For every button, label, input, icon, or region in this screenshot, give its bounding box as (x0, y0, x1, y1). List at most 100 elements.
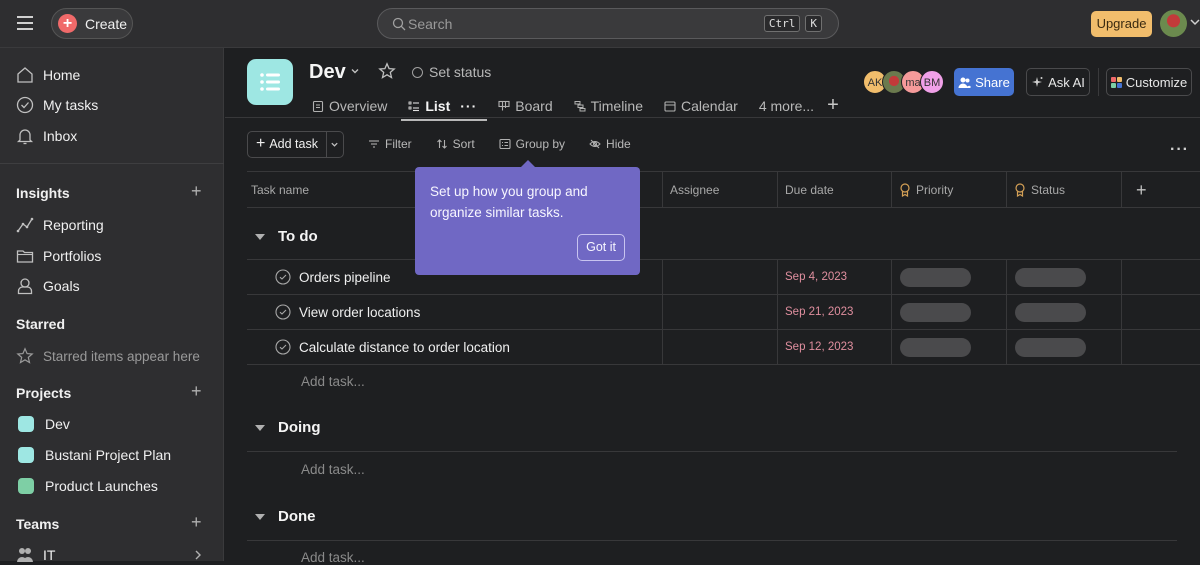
status-cell[interactable] (1006, 295, 1121, 329)
sort-button[interactable]: Sort (436, 137, 475, 151)
section-header-to-do[interactable]: To do (255, 228, 318, 245)
sidebar-item-reporting[interactable]: Reporting (16, 216, 104, 234)
tab-options-icon[interactable]: ··· (460, 98, 477, 114)
assignee-cell[interactable] (662, 295, 777, 329)
sidebar-project-product-launches[interactable]: Product Launches (16, 478, 158, 494)
more-options-icon[interactable]: ··· (1170, 141, 1189, 159)
check-circle-icon[interactable] (275, 339, 291, 355)
sort-icon (436, 139, 447, 149)
calendar-icon (664, 100, 676, 112)
priority-cell[interactable] (891, 295, 1006, 329)
add-task-inline[interactable]: Add task... (301, 550, 365, 565)
chevron-down-icon[interactable] (350, 66, 360, 76)
column-header-status[interactable]: Status (1006, 172, 1121, 208)
priority-placeholder (900, 267, 971, 287)
caret-down-icon[interactable] (255, 424, 265, 431)
task-row[interactable]: Calculate distance to order location Sep… (247, 330, 1200, 365)
empty-cell (1121, 330, 1200, 364)
sidebar-project-dev[interactable]: Dev (16, 416, 70, 432)
project-title[interactable]: Dev (309, 61, 346, 84)
share-button[interactable]: Share (954, 68, 1014, 96)
caret-down-icon[interactable] (255, 233, 265, 240)
tab-board[interactable]: Board (498, 95, 553, 117)
section-header-doing[interactable]: Doing (255, 419, 321, 436)
grid-header: Task name Assignee Due date Priority Sta… (247, 171, 1200, 208)
priority-cell[interactable] (891, 260, 1006, 294)
sparkle-icon (1032, 77, 1043, 87)
task-name-cell[interactable]: Calculate distance to order location (275, 330, 510, 364)
column-header-priority[interactable]: Priority (891, 172, 1006, 208)
project-color-swatch (18, 447, 34, 463)
task-row[interactable]: View order locations Sep 21, 2023 (247, 295, 1200, 330)
sidebar-item-goals[interactable]: Goals (16, 277, 80, 295)
due-date-cell[interactable]: Sep 12, 2023 (777, 330, 891, 364)
add-task-inline[interactable]: Add task... (301, 462, 365, 477)
due-date-cell[interactable]: Sep 21, 2023 (777, 295, 891, 329)
task-row[interactable]: Orders pipeline Sep 4, 2023 (247, 260, 1200, 295)
member-avatars[interactable]: AK ma BM (863, 70, 944, 94)
task-name-cell[interactable]: Orders pipeline (275, 260, 391, 294)
clipboard-icon (312, 100, 324, 112)
sidebar-project-bustani[interactable]: Bustani Project Plan (16, 447, 171, 463)
star-icon[interactable] (378, 62, 396, 80)
add-insight-button[interactable]: + (191, 181, 202, 202)
sidebar-team-it[interactable]: IT (16, 546, 55, 564)
tab-more[interactable]: 4 more... (759, 95, 814, 117)
assignee-cell[interactable] (662, 330, 777, 364)
customize-button[interactable]: Customize (1106, 68, 1192, 96)
check-circle-icon[interactable] (275, 304, 291, 320)
add-task-main[interactable]: + Add task (248, 131, 327, 157)
sidebar-item-home[interactable]: Home (16, 66, 80, 84)
status-cell[interactable] (1006, 330, 1121, 364)
starred-hint: Starred items appear here (16, 347, 200, 365)
group-by-tooltip: Set up how you group and organize simila… (415, 160, 640, 275)
hide-button[interactable]: Hide (589, 137, 631, 151)
tab-timeline[interactable]: Timeline (574, 95, 643, 117)
add-task-inline[interactable]: Add task... (301, 374, 365, 389)
create-button[interactable]: + Create (51, 8, 133, 39)
menu-icon[interactable] (17, 16, 33, 30)
tab-calendar[interactable]: Calendar (664, 95, 738, 117)
add-task-button[interactable]: + Add task (247, 130, 344, 158)
member-avatar[interactable]: BM (920, 70, 944, 94)
task-name-cell[interactable]: View order locations (275, 295, 420, 329)
status-cell[interactable] (1006, 260, 1121, 294)
filter-button[interactable]: Filter (368, 137, 412, 151)
shortcut-key-k: K (805, 15, 822, 32)
set-status-button[interactable]: Set status (412, 64, 491, 80)
priority-cell[interactable] (891, 330, 1006, 364)
share-label: Share (975, 74, 1010, 90)
column-header-due-date[interactable]: Due date (777, 172, 891, 208)
add-project-button[interactable]: + (191, 381, 202, 402)
add-team-button[interactable]: + (191, 512, 202, 533)
chevron-right-icon[interactable] (194, 550, 202, 560)
assignee-cell[interactable] (662, 260, 777, 294)
list-icon (260, 73, 280, 91)
user-avatar[interactable] (1160, 10, 1187, 37)
add-column-button[interactable]: + (1121, 172, 1200, 208)
group-by-button[interactable]: Group by (499, 137, 565, 151)
column-header-assignee[interactable]: Assignee (662, 172, 777, 208)
add-task-label: Add task (269, 137, 318, 151)
due-date-cell[interactable]: Sep 4, 2023 (777, 260, 891, 294)
upgrade-button[interactable]: Upgrade (1091, 11, 1152, 37)
chevron-down-icon[interactable] (1190, 17, 1200, 27)
insights-heading: Insights (16, 185, 70, 201)
sidebar-item-inbox[interactable]: Inbox (16, 127, 77, 145)
tab-list[interactable]: List ··· (401, 95, 488, 121)
sidebar-item-my-tasks[interactable]: My tasks (16, 96, 98, 114)
search-input[interactable]: Search Ctrl K (377, 8, 839, 39)
got-it-button[interactable]: Got it (577, 234, 625, 261)
caret-down-icon[interactable] (255, 513, 265, 520)
status-placeholder (1015, 302, 1086, 322)
section-header-done[interactable]: Done (255, 508, 316, 525)
ask-ai-button[interactable]: Ask AI (1026, 68, 1090, 96)
check-circle-icon[interactable] (275, 269, 291, 285)
add-tab-button[interactable]: + (827, 94, 839, 117)
main-content: Dev Set status Overview List ··· Board T… (225, 48, 1200, 565)
sidebar-item-portfolios[interactable]: Portfolios (16, 247, 101, 265)
chevron-down-icon (331, 142, 339, 147)
priority-placeholder (900, 337, 971, 357)
tab-overview[interactable]: Overview (312, 95, 387, 117)
add-task-dropdown[interactable] (327, 132, 343, 157)
